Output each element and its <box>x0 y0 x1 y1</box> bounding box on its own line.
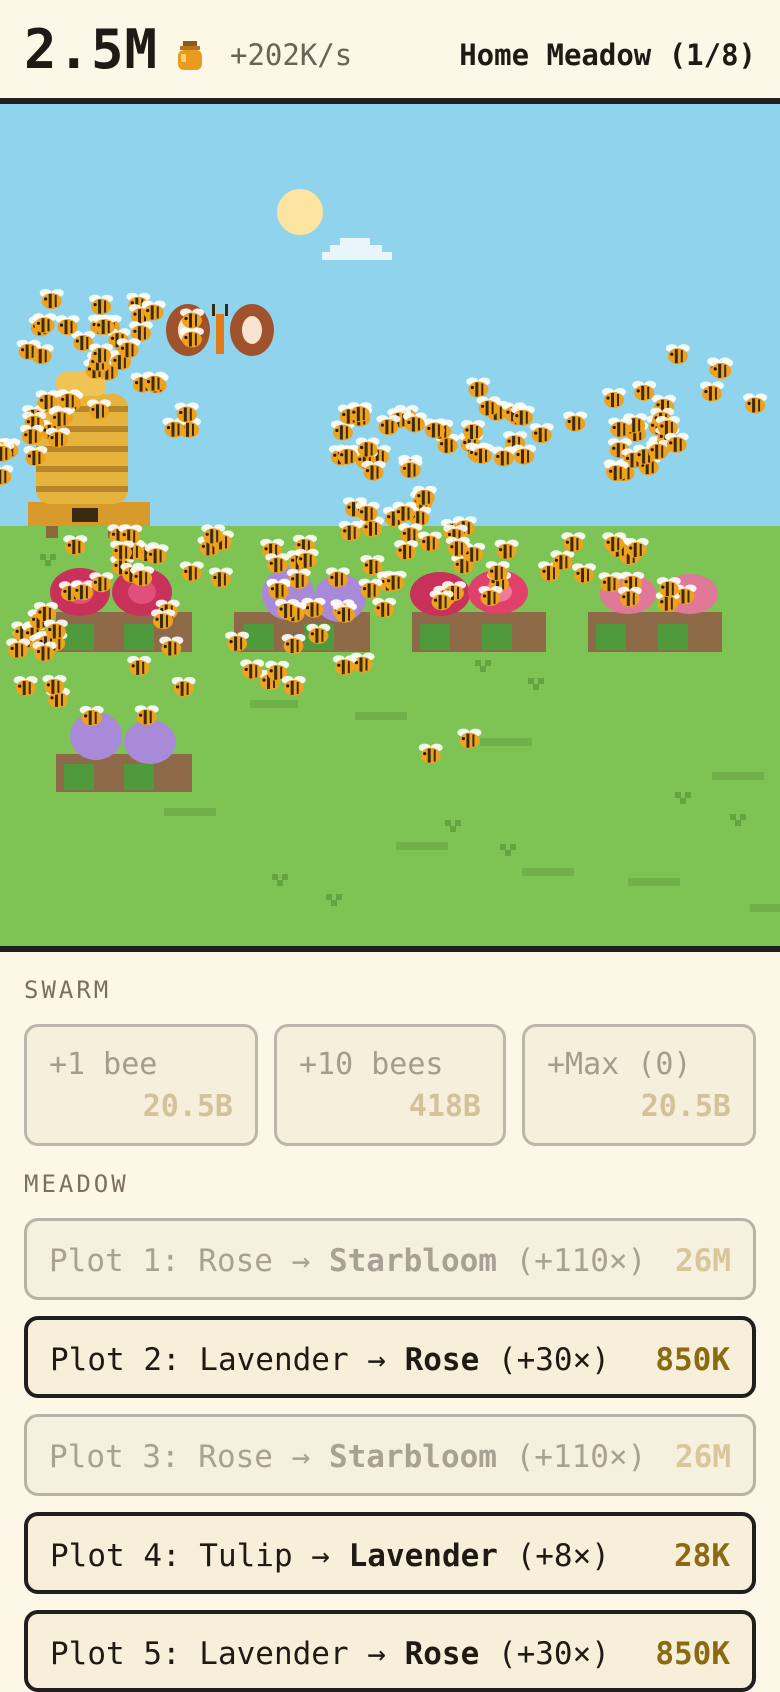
buy-max-bees-label: +Max (0) <box>547 1047 692 1082</box>
buy-1-bee-cost: 20.5B <box>142 1089 233 1124</box>
plot-4-cost: 28K <box>674 1538 730 1574</box>
plot-4-upgrade-button[interactable]: Plot 4: Tulip → Lavender (+8×) 28K <box>24 1512 756 1594</box>
plot-1-upgrade-button[interactable]: Plot 1: Rose → Starbloom (+110×) 26M <box>24 1218 756 1300</box>
plot-2-cost: 850K <box>655 1342 730 1378</box>
honey-rate: +202K/s <box>230 38 353 72</box>
buy-1-bee-button[interactable]: +1 bee 20.5B <box>24 1024 258 1146</box>
plot-3-upgrade-button[interactable]: Plot 3: Rose → Starbloom (+110×) 26M <box>24 1414 756 1496</box>
plot-1-text: Plot 1: Rose → Starbloom (+110×) <box>49 1243 647 1279</box>
buy-10-bees-label: +10 bees <box>299 1047 444 1082</box>
plot-1-cost: 26M <box>675 1243 731 1279</box>
meadow-canvas[interactable] <box>0 104 780 950</box>
plot-5-cost: 850K <box>655 1636 730 1672</box>
plot-5-text: Plot 5: Lavender → Rose (+30×) <box>50 1636 610 1672</box>
plot-4-text: Plot 4: Tulip → Lavender (+8×) <box>50 1538 610 1574</box>
plot-5-upgrade-button[interactable]: Plot 5: Lavender → Rose (+30×) 850K <box>24 1610 756 1692</box>
plot-3-text: Plot 3: Rose → Starbloom (+110×) <box>49 1439 647 1475</box>
scene-divider <box>0 946 780 952</box>
buy-max-bees-cost: 20.5B <box>640 1089 731 1124</box>
honey-jar-icon <box>178 41 202 70</box>
plot-3-cost: 26M <box>675 1439 731 1475</box>
swarm-section-label: SWARM <box>24 976 112 1004</box>
buy-10-bees-cost: 418B <box>408 1089 481 1124</box>
buy-10-bees-button[interactable]: +10 bees 418B <box>274 1024 506 1146</box>
buy-max-bees-button[interactable]: +Max (0) 20.5B <box>522 1024 756 1146</box>
top-bar: 2.5M +202K/s Home Meadow (1/8) <box>0 0 780 104</box>
buy-1-bee-label: +1 bee <box>49 1047 158 1082</box>
meadow-section-label: MEADOW <box>24 1170 129 1198</box>
plot-2-upgrade-button[interactable]: Plot 2: Lavender → Rose (+30×) 850K <box>24 1316 756 1398</box>
meadow-scene[interactable] <box>0 104 780 950</box>
sun <box>277 189 323 235</box>
meadow-location[interactable]: Home Meadow (1/8) <box>459 38 756 72</box>
honey-total: 2.5M <box>24 18 159 81</box>
plot-2-text: Plot 2: Lavender → Rose (+30×) <box>50 1342 610 1378</box>
